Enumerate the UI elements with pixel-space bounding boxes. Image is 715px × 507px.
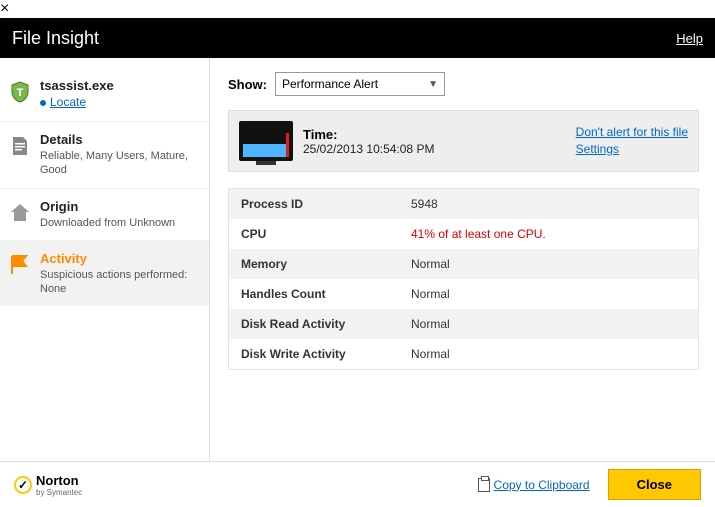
file-name: tsassist.exe xyxy=(40,78,197,93)
table-row: Process ID 5948 xyxy=(229,189,698,219)
sidebar-item-file[interactable]: T tsassist.exe Locate xyxy=(0,68,209,122)
details-title: Details xyxy=(40,132,197,147)
handles-value: Normal xyxy=(399,279,698,309)
cpu-label: CPU xyxy=(229,219,399,249)
origin-title: Origin xyxy=(40,199,197,214)
monitor-icon xyxy=(239,121,293,161)
clipboard-icon xyxy=(478,478,490,492)
cpu-value: 41% of at least one CPU. xyxy=(399,219,698,249)
shield-icon: T xyxy=(8,80,32,104)
pid-value: 5948 xyxy=(399,189,698,219)
time-value: 25/02/2013 10:54:08 PM xyxy=(303,142,566,156)
show-label: Show: xyxy=(228,77,267,92)
brand-name: Norton xyxy=(36,473,79,488)
copy-to-clipboard-link[interactable]: Copy to Clipboard xyxy=(478,478,590,492)
activity-sub: Suspicious actions performed: None xyxy=(40,268,197,297)
show-dropdown[interactable]: Performance Alert ▼ xyxy=(275,72,445,96)
show-value: Performance Alert xyxy=(282,77,378,91)
page-title: File Insight xyxy=(12,28,99,49)
chevron-down-icon: ▼ xyxy=(428,79,438,90)
sidebar-item-activity[interactable]: Activity Suspicious actions performed: N… xyxy=(0,241,209,307)
memory-label: Memory xyxy=(229,249,399,279)
table-row: CPU 41% of at least one CPU. xyxy=(229,219,698,249)
handles-label: Handles Count xyxy=(229,279,399,309)
activity-title: Activity xyxy=(40,251,197,266)
disk-write-value: Normal xyxy=(399,339,698,369)
dont-alert-link[interactable]: Don't alert for this file xyxy=(576,124,688,141)
header: File Insight Help xyxy=(0,18,715,58)
svg-text:T: T xyxy=(17,87,24,99)
pid-label: Process ID xyxy=(229,189,399,219)
locate-link[interactable]: Locate xyxy=(40,95,86,109)
table-row: Disk Read Activity Normal xyxy=(229,309,698,339)
close-button[interactable]: Close xyxy=(608,469,701,500)
sidebar: T tsassist.exe Locate Details Reliable, … xyxy=(0,58,210,478)
norton-logo: ✓ Norton by Symantec xyxy=(14,473,82,497)
disk-read-value: Normal xyxy=(399,309,698,339)
home-icon xyxy=(8,201,32,225)
time-panel: Time: 25/02/2013 10:54:08 PM Don't alert… xyxy=(228,110,699,172)
document-icon xyxy=(8,134,32,158)
table-row: Disk Write Activity Normal xyxy=(229,339,698,369)
check-icon: ✓ xyxy=(14,476,32,494)
time-label: Time: xyxy=(303,127,566,142)
disk-read-label: Disk Read Activity xyxy=(229,309,399,339)
disk-write-label: Disk Write Activity xyxy=(229,339,399,369)
brand-byline: by Symantec xyxy=(36,488,82,497)
origin-sub: Downloaded from Unknown xyxy=(40,216,197,230)
table-row: Memory Normal xyxy=(229,249,698,279)
table-row: Handles Count Normal xyxy=(229,279,698,309)
settings-link[interactable]: Settings xyxy=(576,141,688,158)
sidebar-item-origin[interactable]: Origin Downloaded from Unknown xyxy=(0,189,209,241)
window-close-icon[interactable]: × xyxy=(0,0,9,17)
flag-icon xyxy=(8,253,32,277)
footer: ✓ Norton by Symantec Copy to Clipboard C… xyxy=(0,461,715,507)
content-area: Show: Performance Alert ▼ Time: 25/02/20… xyxy=(210,58,715,478)
sidebar-item-details[interactable]: Details Reliable, Many Users, Mature, Go… xyxy=(0,122,209,189)
help-link[interactable]: Help xyxy=(676,31,703,46)
metrics-table: Process ID 5948 CPU 41% of at least one … xyxy=(228,188,699,370)
details-sub: Reliable, Many Users, Mature, Good xyxy=(40,149,197,178)
memory-value: Normal xyxy=(399,249,698,279)
